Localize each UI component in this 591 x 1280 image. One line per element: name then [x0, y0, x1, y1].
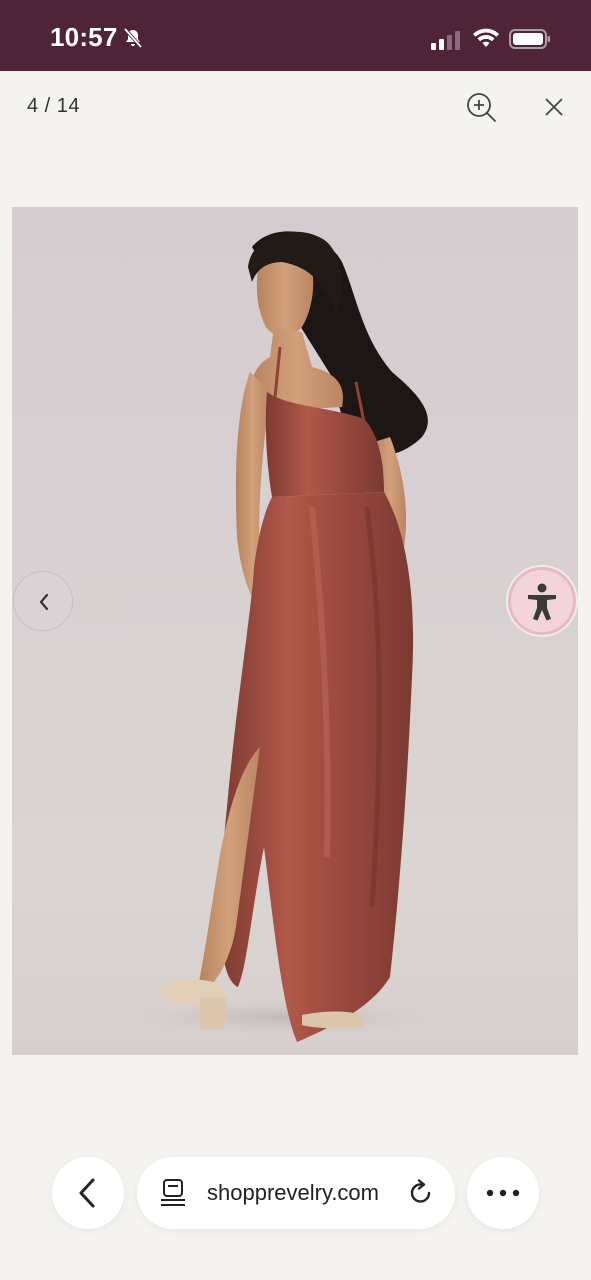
status-time: 10:57: [50, 22, 118, 52]
more-dots-icon: [486, 1189, 520, 1197]
browser-toolbar: shopprevelry.com: [0, 1150, 591, 1240]
product-image: [12, 207, 578, 1055]
signal-icon: [431, 31, 460, 50]
accessibility-button[interactable]: [508, 567, 576, 635]
image-counter: 4 / 14: [27, 95, 81, 117]
status-bar: 10:57: [0, 0, 591, 71]
chevron-left-icon: [39, 593, 49, 611]
viewer-header: 4 / 14: [0, 71, 591, 141]
zoom-in-icon[interactable]: [465, 91, 497, 123]
bell-muted-icon: [123, 27, 143, 49]
url-text: shopprevelry.com: [207, 1180, 379, 1205]
wifi-icon: [473, 28, 499, 47]
model-in-dress-illustration: [112, 231, 452, 1042]
previous-image-button[interactable]: [13, 571, 73, 631]
accessibility-person-icon: [528, 583, 556, 621]
more-options-button[interactable]: [467, 1157, 539, 1229]
page-icon: [161, 1179, 185, 1206]
reload-icon[interactable]: [407, 1179, 435, 1207]
close-icon[interactable]: [543, 96, 565, 118]
battery-icon: [509, 29, 550, 49]
address-bar[interactable]: shopprevelry.com: [137, 1157, 455, 1229]
browser-back-button[interactable]: [52, 1157, 124, 1229]
back-arrow-icon: [79, 1178, 95, 1208]
